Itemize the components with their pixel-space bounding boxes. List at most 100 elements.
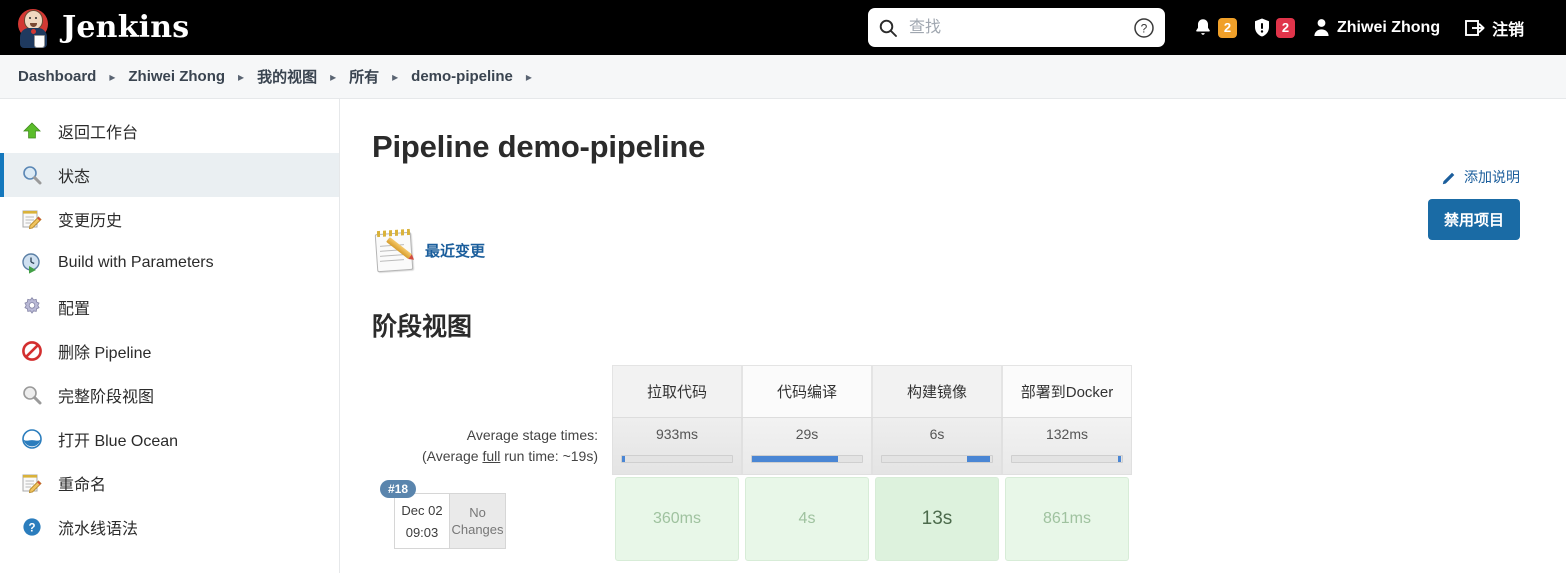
average-stage-time-value: 933ms: [655, 426, 699, 442]
notepad-pencil-icon: [20, 207, 44, 231]
add-description-label: 添加说明: [1464, 169, 1520, 185]
pencil-icon: [1442, 170, 1457, 185]
jenkins-butler-logo: [14, 7, 52, 49]
notepad-pencil-icon: [372, 227, 418, 273]
sidebar-item-label: Build with Parameters: [58, 254, 214, 271]
average-stage-time-cell: 29s: [742, 417, 872, 475]
average-stage-time-value: 132ms: [1045, 426, 1089, 442]
stage-result-box[interactable]: 360ms: [615, 477, 739, 561]
sidebar-item-delete-pipeline[interactable]: 删除 Pipeline: [0, 329, 339, 373]
stage-result-box[interactable]: 861ms: [1005, 477, 1129, 561]
gear-icon: [20, 295, 44, 319]
average-stage-time-cell: 6s: [872, 417, 1002, 475]
average-stage-time-value: 6s: [929, 426, 945, 442]
magnifier-icon: [20, 383, 44, 407]
help-circle-icon[interactable]: ?: [1133, 17, 1155, 39]
breadcrumb-separator: ▸: [525, 69, 532, 84]
notifications-button[interactable]: 2: [1185, 0, 1245, 55]
logout-label: 注销: [1492, 21, 1525, 39]
progress-fill: [1117, 456, 1121, 462]
search-box[interactable]: ?: [868, 8, 1165, 47]
page-actions: 添加说明 禁用项目: [1427, 167, 1520, 240]
add-description-button[interactable]: 添加说明: [1442, 167, 1520, 187]
user-menu-button[interactable]: Zhiwei Zhong: [1303, 0, 1450, 55]
run-time: 09:03: [405, 524, 439, 540]
average-stage-progress-bar: [751, 455, 863, 463]
breadcrumb-separator: ▸: [330, 69, 337, 84]
sidebar-item-label: 完整阶段视图: [58, 389, 155, 406]
security-count-badge: 2: [1276, 17, 1295, 38]
breadcrumb-separator: ▸: [238, 69, 245, 84]
search-icon: [878, 18, 898, 38]
breadcrumb-item-demo-pipeline[interactable]: demo-pipeline: [411, 68, 513, 85]
stage-view-corner-cell: [372, 365, 612, 417]
run-timestamp[interactable]: Dec 02 09:03: [394, 493, 450, 549]
sidebar: 返回工作台 状态 变更历史 Build with Parameters 配置 删…: [0, 99, 340, 573]
average-stage-time-cell: 933ms: [612, 417, 742, 475]
stage-column-header: 代码编译: [742, 365, 872, 417]
stage-duration: 861ms: [1042, 510, 1092, 527]
stage-result-box[interactable]: 4s: [745, 477, 869, 561]
stage-view-section-title: 阶段视图: [372, 313, 473, 341]
stage-column-header: 部署到Docker: [1002, 365, 1132, 417]
sidebar-item-full-stage-view[interactable]: 完整阶段视图: [0, 373, 339, 417]
stage-result-cell: 4s: [742, 475, 872, 563]
page-title: Pipeline demo-pipeline: [372, 129, 706, 164]
disable-project-button[interactable]: 禁用项目: [1427, 199, 1520, 240]
user-name: Zhiwei Zhong: [1337, 18, 1441, 36]
recent-changes-label: 最近变更: [425, 242, 486, 260]
svg-text:?: ?: [1141, 21, 1148, 35]
stage-column-header: 构建镜像: [872, 365, 1002, 417]
up-arrow-icon: [20, 119, 44, 143]
sidebar-item-build-with-parameters[interactable]: Build with Parameters: [0, 241, 339, 285]
stage-duration: 13s: [921, 508, 953, 529]
jenkins-brand-link[interactable]: Jenkins: [14, 7, 189, 49]
average-stage-progress-bar: [1011, 455, 1123, 463]
svg-text:?: ?: [28, 522, 35, 534]
sidebar-item-label: 返回工作台: [58, 125, 139, 142]
progress-fill: [752, 456, 838, 462]
average-stage-time-value: 29s: [795, 426, 819, 442]
sidebar-item-configure[interactable]: 配置: [0, 285, 339, 329]
sidebar-item-pipeline-syntax[interactable]: ? 流水线语法: [0, 505, 339, 549]
progress-fill: [966, 456, 990, 462]
security-warnings-button[interactable]: 2: [1245, 0, 1303, 55]
recent-changes-link[interactable]: 最近变更: [372, 227, 485, 273]
magnifier-icon: [20, 163, 44, 187]
sidebar-item-label: 变更历史: [58, 213, 123, 230]
top-header-bar: Jenkins ? 2: [0, 0, 1566, 55]
progress-fill: [622, 456, 626, 462]
breadcrumb-item-user[interactable]: Zhiwei Zhong: [128, 68, 225, 85]
logout-button[interactable]: 注销: [1450, 0, 1532, 55]
logout-icon: [1464, 18, 1486, 38]
run-number-badge[interactable]: #18: [380, 480, 417, 498]
sidebar-item-rename[interactable]: 重命名: [0, 461, 339, 505]
clock-play-icon: [20, 251, 44, 275]
breadcrumb-item-dashboard[interactable]: Dashboard: [18, 68, 96, 85]
breadcrumb-item-my-views[interactable]: 我的视图: [257, 66, 317, 87]
shield-alert-icon: [1253, 17, 1271, 38]
notepad-pencil-icon: [20, 471, 44, 495]
bell-icon: [1193, 17, 1213, 38]
sidebar-item-change-history[interactable]: 变更历史: [0, 197, 339, 241]
main-content: Pipeline demo-pipeline 添加说明 禁用项目 最近变更 阶段…: [340, 99, 1566, 573]
stage-result-box[interactable]: 13s: [875, 477, 999, 561]
sidebar-item-back-to-dashboard[interactable]: 返回工作台: [0, 109, 339, 153]
blue-ocean-icon: [20, 427, 44, 451]
run-changes-cell[interactable]: No Changes: [450, 493, 506, 549]
average-stage-times-line1: Average stage times:: [466, 427, 598, 443]
sidebar-item-open-blue-ocean[interactable]: 打开 Blue Ocean: [0, 417, 339, 461]
average-stage-progress-bar: [881, 455, 993, 463]
user-icon: [1313, 18, 1330, 37]
page-layout: 返回工作台 状态 变更历史 Build with Parameters 配置 删…: [0, 99, 1566, 573]
average-full-run-time-line2: (Average full run time: ~19s): [421, 448, 598, 464]
sidebar-item-label: 配置: [58, 301, 91, 318]
stage-view-table: 拉取代码 代码编译 构建镜像 部署到Docker Average stage t…: [372, 365, 1566, 563]
breadcrumb-item-all[interactable]: 所有: [349, 66, 379, 87]
search-input[interactable]: [907, 17, 1133, 38]
stage-duration: 4s: [798, 510, 816, 527]
sidebar-item-label: 打开 Blue Ocean: [58, 433, 179, 450]
breadcrumb: Dashboard ▸ Zhiwei Zhong ▸ 我的视图 ▸ 所有 ▸ d…: [0, 55, 1566, 99]
sidebar-item-status[interactable]: 状态: [0, 153, 339, 197]
run-meta: Dec 02 09:03 No Changes: [394, 493, 506, 549]
